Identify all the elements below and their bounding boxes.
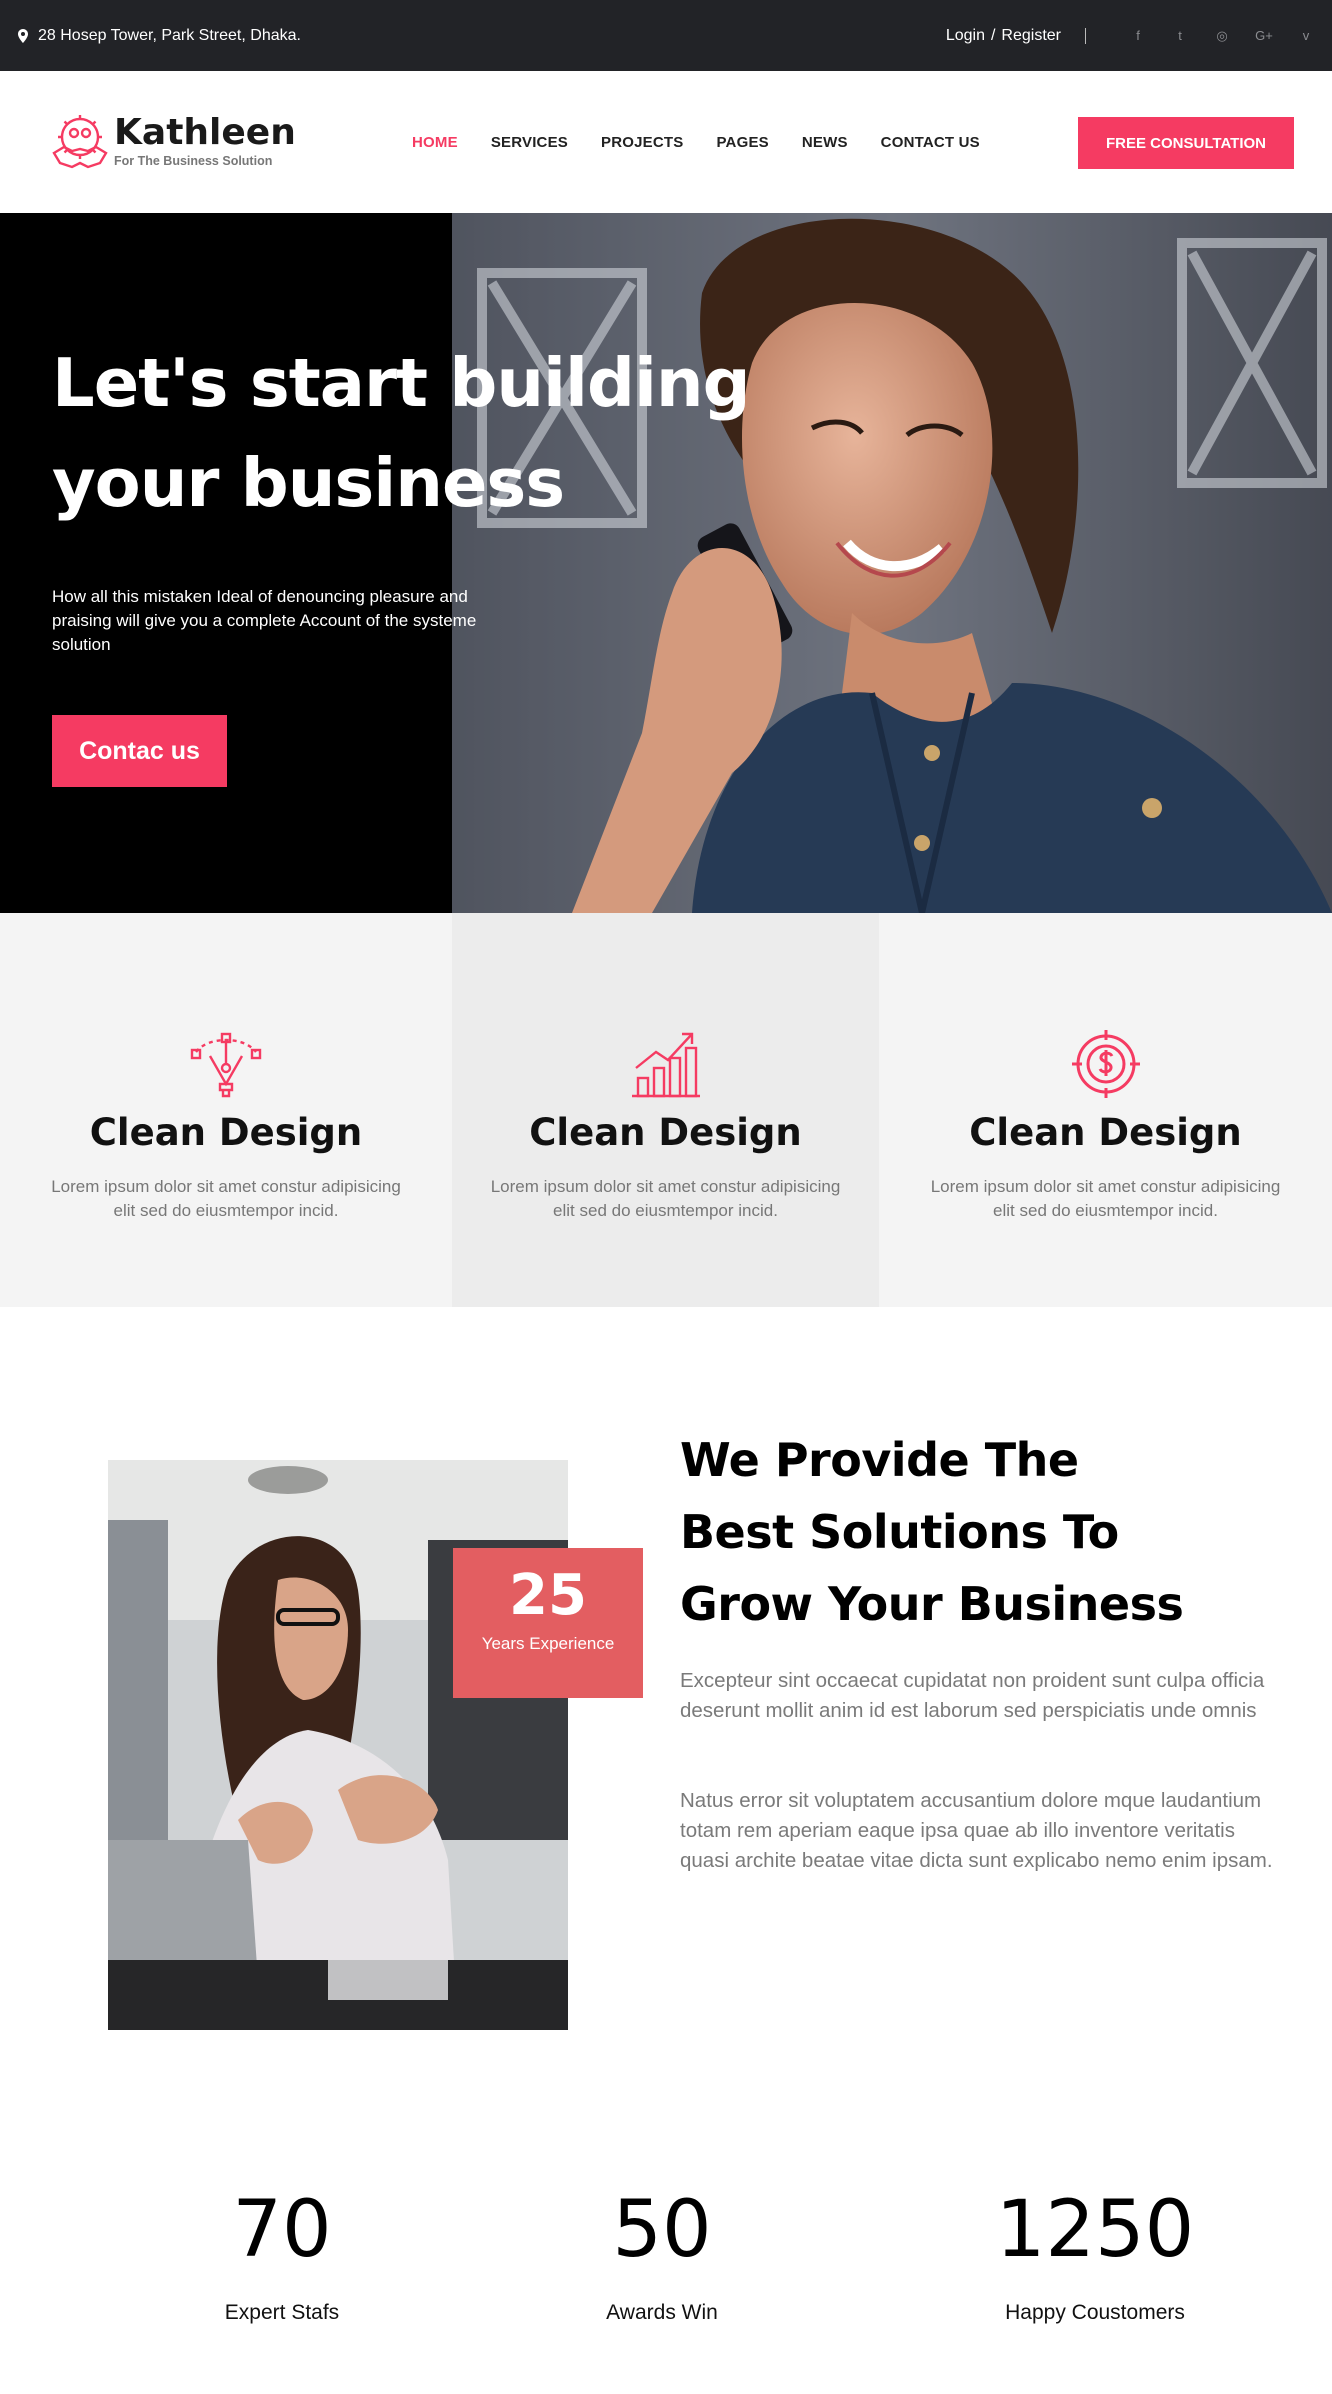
about-title: We Provide The Best Solutions To Grow Your…: [680, 1424, 1300, 1640]
top-bar: 28 Hosep Tower, Park Street, Dhaka. Logi…: [0, 0, 1332, 71]
login-link[interactable]: Login: [946, 27, 985, 45]
about-woman-office-image: [108, 1460, 568, 2030]
facebook-icon[interactable]: f: [1130, 28, 1146, 44]
stat-value: 1250: [995, 2185, 1195, 2275]
about-title-line-2: Best Solutions To: [680, 1505, 1119, 1559]
google-plus-icon[interactable]: G+: [1255, 28, 1273, 44]
feature-card: Clean Design Lorem ipsum dolor sit amet …: [452, 913, 879, 1307]
feature-text: Lorem ipsum dolor sit amet constur adipi…: [51, 1177, 401, 1220]
main-header: Kathleen For The Business Solution HOME …: [0, 71, 1332, 213]
nav-projects[interactable]: PROJECTS: [601, 134, 683, 151]
stat-label: Awards Win: [606, 2301, 718, 2324]
nav-pages[interactable]: PAGES: [716, 134, 768, 151]
handshake-gear-logo-icon: [52, 115, 108, 169]
bar-chart-growth-icon: [631, 1032, 700, 1098]
free-consultation-button[interactable]: FREE CONSULTATION: [1078, 117, 1294, 169]
hero-section: Let's start building your business How al…: [0, 213, 1332, 913]
hero-woman-phone-image: [452, 213, 1332, 913]
pen-tool-icon: [190, 1032, 262, 1098]
hero-title-line-1: Let's start building: [52, 344, 751, 422]
stat-label: Expert Stafs: [224, 2301, 340, 2324]
nav-contact-us[interactable]: CONTACT US: [881, 134, 980, 151]
about-paragraph-1: Excepteur sint occaecat cupidatat non pr…: [680, 1669, 1265, 1722]
brand-tagline: For The Business Solution: [114, 154, 273, 168]
stat-value: 50: [612, 2185, 712, 2275]
stat-happy-customers: 1250 Happy Coustomers: [960, 2180, 1230, 2325]
main-nav: HOME SERVICES PROJECTS PAGES NEWS CONTAC…: [412, 71, 1013, 213]
feature-card: Clean Design Lorem ipsum dolor sit amet …: [0, 913, 452, 1307]
logo[interactable]: Kathleen For The Business Solution: [48, 109, 296, 173]
features-section: Clean Design Lorem ipsum dolor sit amet …: [0, 913, 1332, 1307]
feature-title: Clean Design: [529, 1111, 802, 1154]
about-title-line-1: We Provide The: [680, 1433, 1079, 1487]
hero-title-line-2: your business: [52, 444, 565, 522]
hero-lead-text: How all this mistaken Ideal of denouncin…: [52, 587, 477, 654]
experience-years: 25: [509, 1563, 587, 1628]
hero-title: Let's start building your business: [52, 333, 772, 533]
twitter-icon[interactable]: t: [1172, 28, 1188, 44]
brand-name: Kathleen: [114, 112, 296, 153]
feature-text: Lorem ipsum dolor sit amet constur adipi…: [490, 1177, 841, 1220]
map-pin-icon: [18, 28, 28, 43]
stat-expert-staffs: 70 Expert Stafs: [182, 2180, 382, 2325]
divider: [1085, 27, 1086, 44]
address-text: 28 Hosep Tower, Park Street, Dhaka.: [38, 26, 301, 44]
dribbble-icon[interactable]: ◎: [1214, 28, 1230, 44]
nav-home[interactable]: HOME: [412, 134, 458, 151]
stat-label: Happy Coustomers: [1005, 2301, 1185, 2324]
experience-label: Years Experience: [481, 1634, 615, 1653]
vimeo-icon[interactable]: v: [1298, 28, 1314, 44]
experience-badge: 25 Years Experience: [453, 1548, 643, 1698]
nav-news[interactable]: NEWS: [802, 134, 848, 151]
about-title-line-3: Grow Your Business: [680, 1577, 1184, 1631]
stat-value: 70: [232, 2185, 332, 2275]
stat-awards-win: 50 Awards Win: [562, 2180, 762, 2325]
feature-card: Clean Design Lorem ipsum dolor sit amet …: [879, 913, 1332, 1307]
contact-us-button[interactable]: Contac us: [52, 715, 227, 787]
feature-title: Clean Design: [89, 1111, 363, 1154]
login-separator: /: [990, 26, 996, 44]
nav-services[interactable]: SERVICES: [491, 134, 568, 151]
feature-title: Clean Design: [969, 1111, 1242, 1154]
address: 28 Hosep Tower, Park Street, Dhaka.: [18, 0, 301, 71]
register-link[interactable]: Register: [1001, 27, 1061, 45]
about-paragraph-2: Natus error sit voluptatem accusantium d…: [680, 1789, 1273, 1872]
dollar-target-icon: [1071, 1030, 1140, 1098]
feature-text: Lorem ipsum dolor sit amet constur adipi…: [930, 1177, 1281, 1220]
